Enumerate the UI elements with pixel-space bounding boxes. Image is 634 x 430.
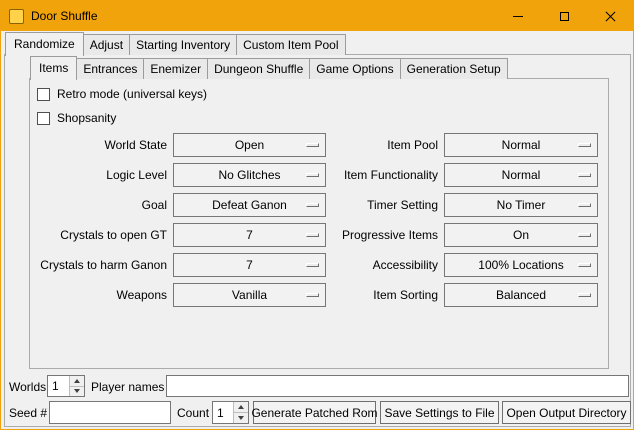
dropdown-indicator-icon [578, 203, 591, 207]
tab-starting-inventory[interactable]: Starting Inventory [129, 34, 237, 55]
app-icon [9, 9, 24, 24]
timer-setting-dropdown[interactable]: No Timer [444, 193, 598, 217]
checkbox-label: Retro mode (universal keys) [57, 87, 207, 101]
dropdown-indicator-icon [578, 233, 591, 237]
dropdown-value: Vanilla [232, 284, 267, 306]
spin-down-icon[interactable] [234, 413, 248, 423]
maximize-button[interactable] [541, 1, 587, 31]
seed-label: Seed # [9, 406, 47, 420]
app-window: Door Shuffle Randomize Adjust Starting I… [0, 0, 634, 430]
crystals-ganon-label: Crystals to harm Ganon [31, 258, 167, 272]
minimize-icon [513, 16, 523, 17]
setting-row: Weapons Vanilla Item Sorting Balanced [1, 283, 634, 307]
outer-tab-bar: Randomize Adjust Starting Inventory Cust… [5, 34, 346, 55]
setting-row: Crystals to open GT 7 Progressive Items … [1, 223, 634, 247]
worlds-input[interactable] [48, 376, 69, 396]
tab-custom-item-pool[interactable]: Custom Item Pool [236, 34, 345, 55]
worlds-label: Worlds [9, 380, 46, 394]
tab-enemizer[interactable]: Enemizer [143, 58, 208, 79]
item-sorting-label: Item Sorting [281, 288, 438, 302]
accessibility-label: Accessibility [281, 258, 438, 272]
tab-generation-setup[interactable]: Generation Setup [400, 58, 508, 79]
retro-mode-checkbox[interactable]: Retro mode (universal keys) [37, 87, 207, 101]
count-input[interactable] [213, 402, 233, 423]
dropdown-indicator-icon [578, 143, 591, 147]
checkbox-label: Shopsanity [57, 111, 116, 125]
spinner-arrows [233, 402, 248, 423]
item-sorting-dropdown[interactable]: Balanced [444, 283, 598, 307]
player-names-input[interactable] [166, 375, 629, 397]
spin-up-icon[interactable] [234, 402, 248, 413]
progressive-items-dropdown[interactable]: On [444, 223, 598, 247]
titlebar[interactable]: Door Shuffle [1, 1, 633, 31]
tab-game-options[interactable]: Game Options [309, 58, 400, 79]
crystals-gt-label: Crystals to open GT [31, 228, 167, 242]
dropdown-value: On [513, 224, 529, 246]
window-title: Door Shuffle [31, 9, 98, 23]
setting-row: Logic Level No Glitches Item Functionali… [1, 163, 634, 187]
accessibility-dropdown[interactable]: 100% Locations [444, 253, 598, 277]
inner-tab-bar: Items Entrances Enemizer Dungeon Shuffle… [30, 58, 508, 79]
close-button[interactable] [587, 1, 633, 31]
count-spinner[interactable] [212, 401, 249, 424]
goal-label: Goal [31, 198, 167, 212]
close-icon [605, 11, 616, 22]
weapons-label: Weapons [31, 288, 167, 302]
dropdown-value: 7 [246, 254, 253, 276]
dropdown-indicator-icon [578, 293, 591, 297]
tab-randomize[interactable]: Randomize [5, 32, 84, 56]
checkbox-unchecked-icon[interactable] [37, 112, 50, 125]
item-functionality-label: Item Functionality [281, 168, 438, 182]
maximize-icon [560, 12, 569, 21]
tab-dungeon-shuffle[interactable]: Dungeon Shuffle [207, 58, 310, 79]
dropdown-indicator-icon [578, 173, 591, 177]
item-pool-dropdown[interactable]: Normal [444, 133, 598, 157]
dropdown-value: 7 [246, 224, 253, 246]
open-output-directory-button[interactable]: Open Output Directory [502, 401, 631, 424]
minimize-button[interactable] [495, 1, 541, 31]
spin-up-icon[interactable] [70, 376, 84, 387]
checkbox-unchecked-icon[interactable] [37, 88, 50, 101]
setting-row: World State Open Item Pool Normal [1, 133, 634, 157]
count-label: Count [177, 406, 209, 420]
window-controls [495, 1, 633, 31]
dropdown-value: No Glitches [218, 164, 280, 186]
setting-row: Crystals to harm Ganon 7 Accessibility 1… [1, 253, 634, 277]
dropdown-indicator-icon [578, 263, 591, 267]
spinner-arrows [69, 376, 84, 396]
world-state-label: World State [31, 138, 167, 152]
save-settings-button[interactable]: Save Settings to File [380, 401, 499, 424]
setting-row: Goal Defeat Ganon Timer Setting No Timer [1, 193, 634, 217]
timer-setting-label: Timer Setting [281, 198, 438, 212]
dropdown-value: 100% Locations [478, 254, 563, 276]
item-functionality-dropdown[interactable]: Normal [444, 163, 598, 187]
dropdown-value: No Timer [497, 194, 546, 216]
dropdown-value: Open [235, 134, 264, 156]
logic-level-label: Logic Level [31, 168, 167, 182]
item-pool-label: Item Pool [281, 138, 438, 152]
dropdown-value: Balanced [496, 284, 546, 306]
tab-items[interactable]: Items [30, 56, 77, 80]
seed-input[interactable] [49, 401, 171, 424]
worlds-spinner[interactable] [47, 375, 85, 397]
player-names-label: Player names [91, 380, 164, 394]
dropdown-value: Normal [502, 164, 541, 186]
dropdown-value: Defeat Ganon [212, 194, 287, 216]
spin-down-icon[interactable] [70, 387, 84, 397]
tab-entrances[interactable]: Entrances [76, 58, 144, 79]
tab-adjust[interactable]: Adjust [83, 34, 130, 55]
dropdown-value: Normal [502, 134, 541, 156]
generate-patched-rom-button[interactable]: Generate Patched Rom [253, 401, 376, 424]
progressive-items-label: Progressive Items [281, 228, 438, 242]
shopsanity-checkbox[interactable]: Shopsanity [37, 111, 116, 125]
